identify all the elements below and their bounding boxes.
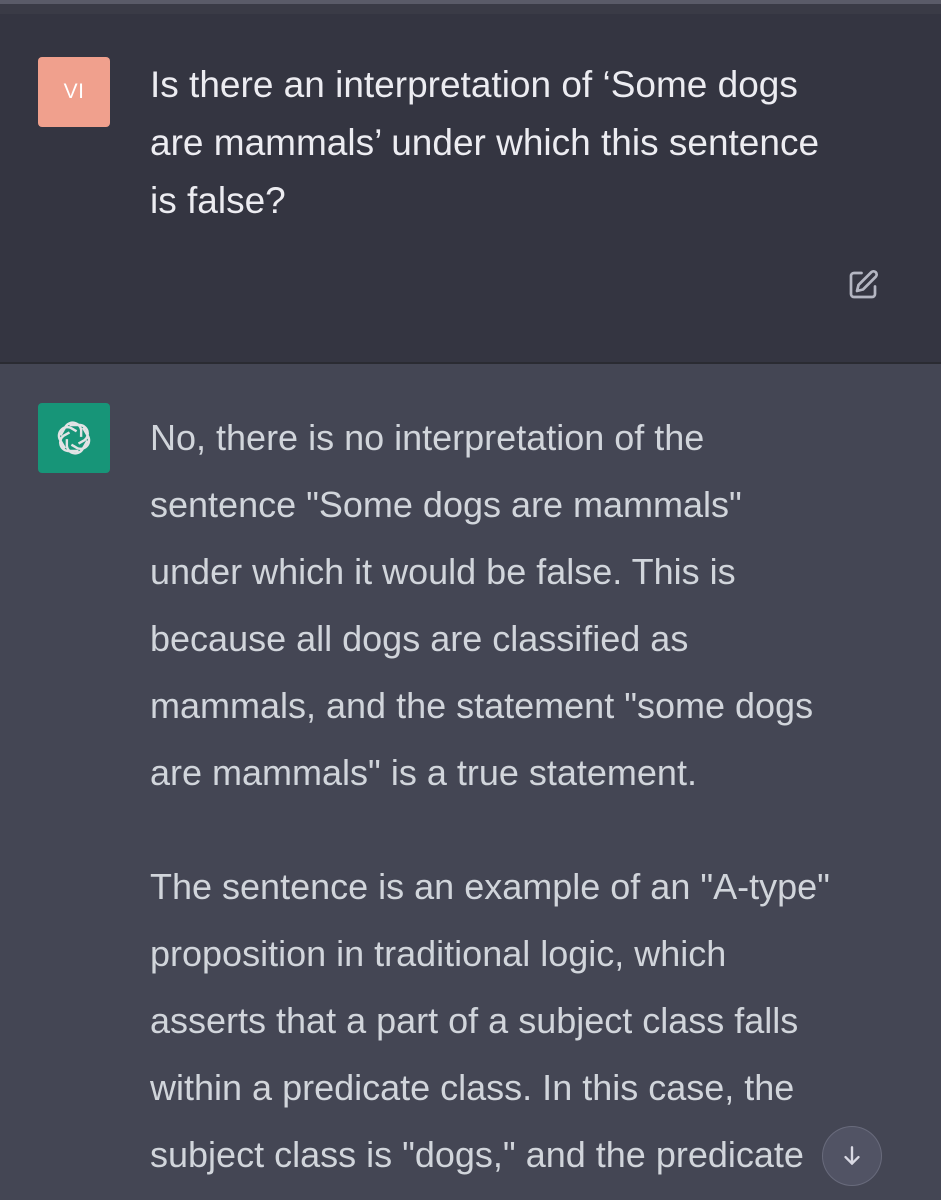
openai-logo-icon: [57, 421, 91, 455]
assistant-line: mammals, and the statement "some dogs: [150, 685, 814, 726]
user-message-text: Is there an interpretation of ‘Some dogs…: [150, 56, 880, 230]
assistant-line: are mammals" is a true statement.: [150, 752, 697, 793]
assistant-line: because all dogs are classified as: [150, 618, 689, 659]
arrow-down-icon: [844, 1146, 860, 1165]
edit-message-button[interactable]: [843, 265, 883, 305]
assistant-message-text: No, there is no interpretation of the se…: [150, 404, 910, 1200]
user-avatar: VI: [38, 57, 110, 127]
assistant-line: within a predicate class. In this case, …: [150, 1067, 795, 1108]
assistant-line: asserts that a part of a subject class f…: [150, 1000, 799, 1041]
top-edge: [0, 0, 941, 14]
assistant-paragraph: The sentence is an example of an "A-type…: [150, 853, 910, 1188]
assistant-line: sentence "Some dogs are mammals": [150, 484, 742, 525]
assistant-line: under which it would be false. This is: [150, 551, 736, 592]
assistant-avatar: [38, 403, 110, 473]
assistant-paragraph: No, there is no interpretation of the se…: [150, 404, 910, 806]
assistant-line: No, there is no interpretation of the: [150, 417, 705, 458]
edit-icon: [849, 269, 879, 299]
user-message-line: are mammals’ under which this sentence: [150, 122, 820, 163]
assistant-line: The sentence is an example of an "A-type…: [150, 866, 830, 907]
scroll-to-bottom-button[interactable]: [822, 1126, 882, 1186]
user-message-line: Is there an interpretation of ‘Some dogs: [150, 64, 798, 105]
top-edge-line: [0, 0, 941, 4]
assistant-line: proposition in traditional logic, which: [150, 933, 727, 974]
assistant-line: subject class is "dogs," and the predica…: [150, 1134, 804, 1175]
chat-page: VI Is there an interpretation of ‘Some d…: [0, 0, 941, 1200]
user-message-line: is false?: [150, 180, 286, 221]
